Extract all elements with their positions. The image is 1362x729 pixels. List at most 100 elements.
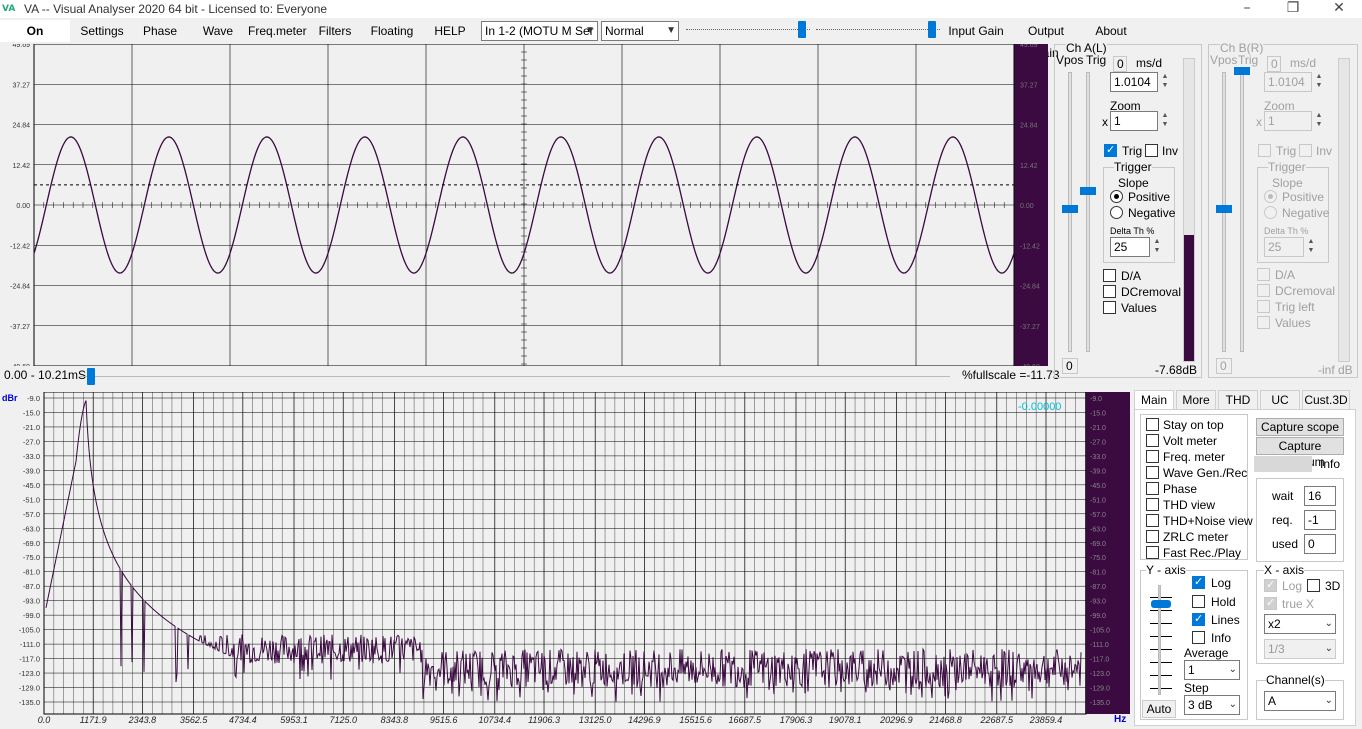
msd-spinner-icon[interactable]: ▲ ▼ xyxy=(1160,72,1170,92)
da-checkbox[interactable] xyxy=(1103,269,1116,282)
filters-button[interactable]: Filters xyxy=(308,20,362,42)
x3d-label: 3D xyxy=(1325,579,1341,593)
option-checkbox[interactable] xyxy=(1146,530,1159,543)
trigleft-checkbox[interactable] xyxy=(1257,300,1270,313)
about-button[interactable]: About xyxy=(1086,20,1136,42)
delta-input[interactable]: 25 xyxy=(1264,237,1304,257)
maximize-icon[interactable]: ❐ xyxy=(1270,0,1316,18)
delta-spinner-icon[interactable]: ▲ ▼ xyxy=(1152,237,1162,257)
msd-input[interactable]: 1.0104 xyxy=(1110,72,1158,92)
option-checkbox[interactable] xyxy=(1146,514,1159,527)
input-gain-slider[interactable] xyxy=(686,20,810,38)
vpos-slider-thumb[interactable] xyxy=(1062,205,1078,213)
inv-checkbox[interactable] xyxy=(1145,144,1158,157)
help-button[interactable]: HELP xyxy=(422,20,478,42)
trig-slider-thumb[interactable] xyxy=(1234,67,1250,75)
spectrum-plot[interactable]: -9.0 -9.0 -15.0 -15.0 -21.0 -21.0 -27.0 -27.0 -3… xyxy=(0,391,1130,726)
close-icon[interactable]: ✕ xyxy=(1316,0,1362,18)
tab-main[interactable]: Main xyxy=(1134,390,1174,410)
tab-thd[interactable]: THD xyxy=(1218,390,1258,410)
zoom-spinner-icon[interactable]: ▲ ▼ xyxy=(1160,111,1170,131)
zoom-input[interactable]: 1 xyxy=(1110,111,1158,131)
msd-input[interactable]: 1.0104 xyxy=(1264,72,1312,92)
zoom-input[interactable]: 1 xyxy=(1264,111,1312,131)
scope-y-tick-right: -12.42 xyxy=(1020,243,1040,250)
yaxis-slider-thumb[interactable] xyxy=(1151,600,1171,608)
option-checkbox[interactable] xyxy=(1146,418,1159,431)
positive-radio[interactable] xyxy=(1264,190,1277,203)
time-slider[interactable] xyxy=(80,367,950,385)
spectrum-x-tick: 14296.9 xyxy=(628,715,661,725)
floating-button[interactable]: Floating xyxy=(364,20,420,42)
slider-thumb[interactable] xyxy=(798,21,806,38)
settings-button[interactable]: Settings xyxy=(74,20,130,42)
input-gain-button[interactable]: Input Gain xyxy=(946,20,1006,42)
da-checkbox[interactable] xyxy=(1257,268,1270,281)
option-checkbox[interactable] xyxy=(1146,450,1159,463)
option-checkbox[interactable] xyxy=(1146,482,1159,495)
capture-spectrum-button[interactable]: Capture spectrum xyxy=(1256,437,1344,469)
positive-radio[interactable] xyxy=(1110,190,1123,203)
trig-slider[interactable] xyxy=(1086,72,1090,352)
option-checkbox[interactable] xyxy=(1146,434,1159,447)
oscilloscope-plot[interactable]: 49.69 49.69 37.27 37.27 24.84 24.84 12.42 12.42… xyxy=(0,42,1048,371)
output-gain-slider[interactable] xyxy=(816,20,940,38)
tab-more[interactable]: More xyxy=(1176,390,1216,410)
xlog-checkbox[interactable] xyxy=(1264,578,1277,592)
values-checkbox[interactable] xyxy=(1103,301,1116,314)
inv-checkbox[interactable] xyxy=(1299,144,1312,157)
tab-uc[interactable]: UC xyxy=(1260,390,1300,410)
values-checkbox[interactable] xyxy=(1257,316,1270,329)
on-button[interactable]: On xyxy=(0,20,70,42)
negative-radio[interactable] xyxy=(1264,206,1277,219)
truex-checkbox[interactable] xyxy=(1264,596,1277,610)
yinfo-checkbox[interactable] xyxy=(1192,631,1205,644)
octave-select[interactable]: 1/3 ⌄ xyxy=(1264,639,1336,659)
xmult-select[interactable]: x2 ⌄ xyxy=(1264,614,1336,634)
dcremoval-checkbox[interactable] xyxy=(1103,285,1116,298)
channel-select[interactable]: A ⌄ xyxy=(1264,691,1336,711)
spectrum-panel: -9.0 -9.0 -15.0 -15.0 -21.0 -21.0 -27.0 -27.0 -3… xyxy=(0,391,1130,726)
auto-button[interactable]: Auto xyxy=(1142,700,1176,718)
wait-input[interactable]: 16 xyxy=(1304,486,1336,506)
scope-y-tick: -49.69 xyxy=(10,364,30,366)
slider-thumb[interactable] xyxy=(87,368,95,385)
tab-cust3d[interactable]: Cust.3D xyxy=(1302,390,1350,410)
slider-track xyxy=(816,29,940,30)
used-input[interactable]: 0 xyxy=(1304,534,1336,554)
wave-button[interactable]: Wave xyxy=(190,20,246,42)
mode-select[interactable]: Normal ▼ xyxy=(601,21,679,41)
vpos-slider-thumb[interactable] xyxy=(1216,205,1232,213)
x3d-checkbox[interactable] xyxy=(1307,579,1320,592)
dcremoval-checkbox[interactable] xyxy=(1257,284,1270,297)
trig-checkbox[interactable] xyxy=(1104,143,1117,157)
option-checkbox[interactable] xyxy=(1146,546,1159,559)
msd-spinner-icon[interactable]: ▲ ▼ xyxy=(1314,72,1324,92)
spectrum-y-tick-right: -45.0 xyxy=(1090,483,1106,490)
spectrum-y-tick: -33.0 xyxy=(23,452,40,461)
trig-slider[interactable] xyxy=(1240,72,1244,352)
scope-y-tick-right: -37.27 xyxy=(1020,324,1040,331)
negative-radio[interactable] xyxy=(1110,206,1123,219)
capture-scope-button[interactable]: Capture scope xyxy=(1256,418,1344,436)
zoom-spinner-icon[interactable]: ▲ ▼ xyxy=(1314,111,1324,131)
output-gain-button[interactable]: Output Gain xyxy=(1014,20,1078,60)
log-checkbox[interactable] xyxy=(1192,575,1205,589)
phase-button[interactable]: Phase xyxy=(132,20,188,42)
lines-checkbox[interactable] xyxy=(1192,612,1205,626)
freqmeter-button[interactable]: Freq.meter xyxy=(248,20,307,42)
hold-checkbox[interactable] xyxy=(1192,595,1205,608)
req-input[interactable]: -1 xyxy=(1304,510,1336,530)
trig-slider-thumb[interactable] xyxy=(1080,187,1096,195)
slider-thumb[interactable] xyxy=(928,21,936,38)
spectrum-y-tick: -45.0 xyxy=(23,481,40,490)
option-checkbox[interactable] xyxy=(1146,466,1159,479)
option-checkbox[interactable] xyxy=(1146,498,1159,511)
step-select[interactable]: 3 dB ⌄ xyxy=(1184,695,1240,715)
average-select[interactable]: 1 ⌄ xyxy=(1184,660,1240,680)
trig-checkbox[interactable] xyxy=(1258,144,1271,157)
minimize-icon[interactable]: – xyxy=(1224,0,1270,18)
delta-input[interactable]: 25 xyxy=(1110,237,1150,257)
delta-spinner-icon[interactable]: ▲ ▼ xyxy=(1306,237,1316,257)
input-device-select[interactable]: In 1-2 (MOTU M Ser ▼ xyxy=(481,21,598,41)
